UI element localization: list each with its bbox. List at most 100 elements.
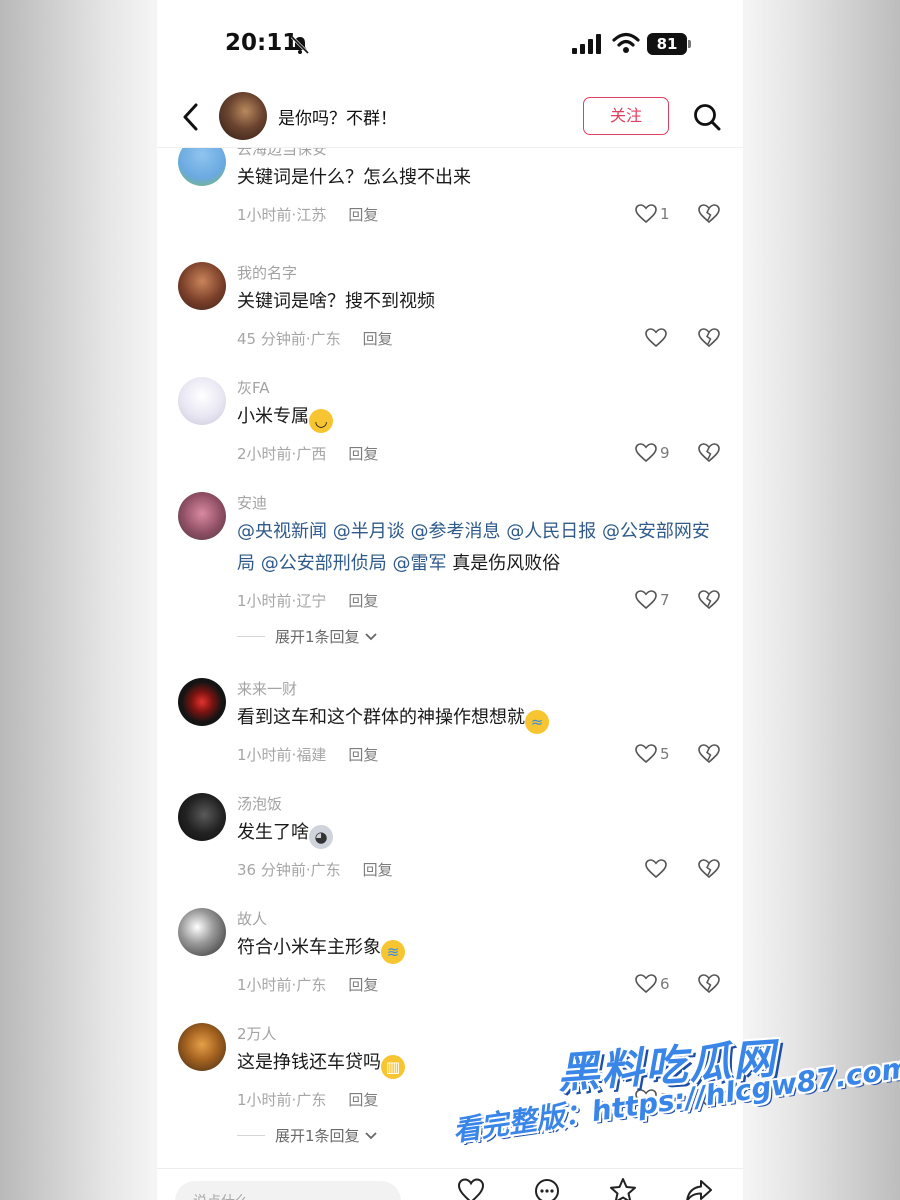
expand-replies-button[interactable]: 展开1条回复	[237, 1125, 378, 1146]
mention-link[interactable]: @央视新闻	[237, 521, 327, 542]
avatar[interactable]	[178, 678, 226, 726]
like-button[interactable]	[645, 857, 670, 881]
heart-icon	[635, 443, 657, 463]
comment-location: 广西	[296, 445, 327, 463]
reply-button[interactable]: 回复	[348, 592, 378, 610]
comment-location: 江苏	[296, 206, 327, 224]
author-avatar[interactable]	[219, 92, 267, 140]
like-button[interactable]: 5	[635, 742, 670, 766]
broken-heart-icon[interactable]	[698, 328, 720, 348]
comment-item: 我的名字 关键词是啥？搜不到视频 45 分钟前·广东 回复	[157, 260, 743, 370]
like-button[interactable]: 7	[635, 588, 670, 612]
laugh-cry-emoji-icon: ≋	[381, 940, 405, 964]
comment-username[interactable]: 2万人	[237, 1023, 277, 1044]
comment-time: 1小时前	[237, 1091, 292, 1109]
avatar[interactable]	[178, 492, 226, 540]
comment-input[interactable]: 说点什么...	[175, 1181, 401, 1200]
comment-item: 来来一财 看到这车和这个群体的神操作想想就 ≈ 1小时前·福建 回复 5	[157, 678, 743, 788]
broken-heart-icon[interactable]	[698, 590, 720, 610]
comment-text: 符合小米车主形象 ≋	[237, 932, 717, 964]
comment-list[interactable]: 去海边当保安 关键词是什么？怎么搜不出来 1小时前·江苏 回复 1 我的名字 关键…	[157, 148, 743, 1168]
comment-username[interactable]: 我的名字	[237, 262, 297, 283]
avatar[interactable]	[178, 262, 226, 310]
star-icon[interactable]	[609, 1177, 637, 1200]
heart-icon	[645, 328, 667, 348]
comment-text-content: 发生了啥	[237, 822, 309, 843]
reply-button[interactable]: 回复	[363, 861, 393, 879]
heart-icon	[635, 744, 657, 764]
comment-item: 汤泡饭 发生了啥 ◕ 36 分钟前·广东 回复	[157, 793, 743, 903]
comment-username[interactable]: 故人	[237, 908, 267, 929]
grin-emoji-icon: ▥	[381, 1055, 405, 1079]
comment-text: @央视新闻 @半月谈 @参考消息 @人民日报 @公安部网安局 @公安部刑侦局 @…	[237, 516, 717, 580]
comment-time: 1小时前	[237, 592, 292, 610]
broken-heart-icon[interactable]	[698, 974, 720, 994]
comment-username[interactable]: 灰FA	[237, 377, 270, 398]
comment-meta: 1小时前·广东 回复	[237, 974, 378, 995]
mention-link[interactable]: @公安部刑侦局	[261, 553, 387, 574]
wifi-icon	[612, 32, 640, 53]
comment-text: 小米专属 ◡	[237, 401, 717, 433]
battery-icon: 81	[647, 33, 691, 55]
heart-icon	[635, 590, 657, 610]
comment-meta: 1小时前·辽宁 回复	[237, 590, 378, 611]
avatar[interactable]	[178, 377, 226, 425]
comment-text: 看到这车和这个群体的神操作想想就 ≈	[237, 702, 717, 734]
comment-username[interactable]: 安迪	[237, 492, 267, 513]
reply-button[interactable]: 回复	[348, 746, 378, 764]
like-count: 5	[660, 745, 670, 763]
comment-location: 广东	[296, 1091, 327, 1109]
heart-icon[interactable]	[457, 1177, 485, 1200]
comment-location: 辽宁	[296, 592, 327, 610]
page-title: 是你吗？不群！	[278, 109, 397, 129]
comment-meta: 36 分钟前·广东 回复	[237, 859, 393, 880]
follow-button[interactable]: 关注	[583, 97, 669, 135]
reply-button[interactable]: 回复	[348, 206, 378, 224]
like-button[interactable]: 9	[635, 441, 670, 465]
heart-icon	[645, 859, 667, 879]
comment-location: 广东	[296, 976, 327, 994]
reply-button[interactable]: 回复	[348, 1091, 378, 1109]
broken-heart-icon[interactable]	[698, 443, 720, 463]
comment-meta: 2小时前·广西 回复	[237, 443, 378, 464]
reply-button[interactable]: 回复	[348, 445, 378, 463]
comment-text: 发生了啥 ◕	[237, 817, 717, 849]
comment-username[interactable]: 来来一财	[237, 678, 297, 699]
avatar[interactable]	[178, 793, 226, 841]
avatar[interactable]	[178, 148, 226, 186]
expand-replies-button[interactable]: 展开1条回复	[237, 626, 378, 647]
search-icon[interactable]	[692, 102, 722, 132]
comment-text: 关键词是什么？怎么搜不出来	[237, 167, 471, 188]
reply-button[interactable]: 回复	[348, 976, 378, 994]
comment-icon[interactable]	[533, 1177, 561, 1200]
share-icon[interactable]	[685, 1177, 713, 1200]
comment-username[interactable]: 汤泡饭	[237, 793, 282, 814]
comment-location: 广东	[310, 330, 341, 348]
mention-link[interactable]: @半月谈	[333, 521, 405, 542]
cat-emoji-icon: ◕	[309, 825, 333, 849]
comment-location: 广东	[310, 861, 341, 879]
mention-link[interactable]: @人民日报	[506, 521, 596, 542]
mention-link[interactable]: @雷军	[392, 553, 446, 574]
broken-heart-icon[interactable]	[698, 859, 720, 879]
comment-time: 1小时前	[237, 206, 292, 224]
mention-link[interactable]: @参考消息	[410, 521, 500, 542]
like-button[interactable]: 6	[635, 972, 670, 996]
comment-meta: 45 分钟前·广东 回复	[237, 328, 393, 349]
broken-heart-icon[interactable]	[698, 204, 720, 224]
signal-icon	[572, 34, 601, 54]
comment-username[interactable]: 去海边当保安	[237, 148, 327, 159]
bell-off-icon	[290, 35, 310, 55]
like-button[interactable]	[645, 326, 670, 350]
like-button[interactable]: 1	[635, 202, 670, 226]
expand-replies-label: 展开1条回复	[275, 628, 360, 646]
back-icon[interactable]	[179, 102, 203, 132]
expand-divider	[237, 1135, 265, 1136]
reply-button[interactable]: 回复	[363, 330, 393, 348]
comment-text-content: 小米专属	[237, 406, 309, 427]
bottom-action-bar: 说点什么...	[157, 1168, 743, 1200]
broken-heart-icon[interactable]	[698, 744, 720, 764]
expand-divider	[237, 636, 265, 637]
avatar[interactable]	[178, 1023, 226, 1071]
avatar[interactable]	[178, 908, 226, 956]
